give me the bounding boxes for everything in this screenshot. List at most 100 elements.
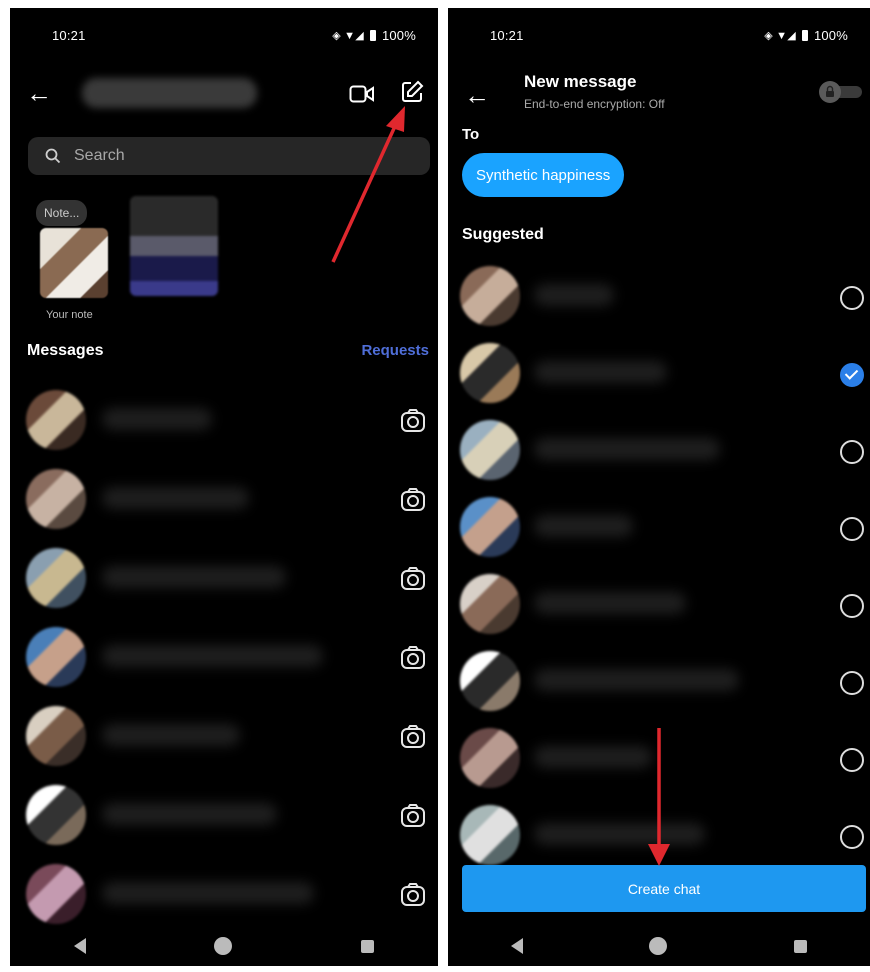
page-title: New message: [524, 72, 637, 91]
battery-level: 100%: [381, 28, 416, 43]
suggested-row[interactable]: [448, 343, 870, 407]
checked-radio[interactable]: [840, 363, 864, 387]
avatar[interactable]: [26, 390, 86, 450]
avatar[interactable]: [26, 469, 86, 529]
status-time: 10:21: [52, 28, 86, 43]
nav-home-icon[interactable]: [214, 937, 233, 955]
avatar[interactable]: [26, 785, 86, 845]
suggested-name-blurred: [534, 515, 633, 537]
back-arrow-icon[interactable]: ←: [26, 80, 52, 106]
radio-button[interactable]: [840, 517, 864, 541]
status-icons: ◈ ▼◢ 100%: [764, 28, 848, 43]
nav-recents-icon[interactable]: [360, 939, 374, 953]
camera-icon[interactable]: [400, 566, 426, 592]
back-arrow-icon[interactable]: ←: [464, 82, 490, 108]
radio-button[interactable]: [840, 748, 864, 772]
conversation-row[interactable]: [10, 864, 438, 928]
conversation-row[interactable]: [10, 627, 438, 691]
create-chat-button[interactable]: Create chat: [462, 865, 866, 912]
avatar: [460, 266, 520, 326]
avatar[interactable]: [26, 706, 86, 766]
camera-icon[interactable]: [400, 882, 426, 908]
suggested-row[interactable]: [448, 497, 870, 561]
friend-note-avatar[interactable]: [130, 196, 218, 296]
recipient-chip[interactable]: Synthetic happiness: [462, 153, 625, 197]
radio-button[interactable]: [840, 440, 864, 464]
suggested-name-blurred: [534, 823, 705, 845]
wifi-icon: ◈ ▼◢: [332, 30, 364, 42]
conversation-row[interactable]: [10, 469, 438, 533]
battery-level: 100%: [813, 28, 848, 43]
battery-icon: [369, 30, 376, 41]
messages-header: Messages: [27, 342, 104, 359]
search-bar[interactable]: Search: [28, 137, 430, 175]
conversation-row[interactable]: [10, 548, 438, 612]
avatar: [460, 805, 520, 865]
suggested-row[interactable]: [448, 574, 870, 638]
battery-icon: [801, 30, 808, 41]
right-screen: 10:21 ◈ ▼◢ 100% ← New message End-to-end…: [448, 8, 870, 966]
suggested-name-blurred: [534, 438, 720, 460]
camera-icon[interactable]: [400, 645, 426, 671]
conversation-name-blurred: [102, 487, 249, 509]
avatar[interactable]: [26, 627, 86, 687]
conversation-name-blurred: [102, 803, 277, 825]
radio-button[interactable]: [840, 671, 864, 695]
your-note-label: Your note: [46, 309, 93, 321]
avatar: [460, 651, 520, 711]
suggested-row[interactable]: [448, 728, 870, 792]
avatar: [460, 420, 520, 480]
camera-icon[interactable]: [400, 408, 426, 434]
conversation-name-blurred: [102, 645, 323, 667]
suggested-header: Suggested: [462, 226, 544, 243]
avatar: [460, 728, 520, 788]
conversation-row[interactable]: [10, 390, 438, 454]
camera-icon[interactable]: [400, 724, 426, 750]
suggested-row[interactable]: [448, 266, 870, 330]
encryption-status: End-to-end encryption: Off: [524, 97, 665, 111]
conversation-name-blurred: [102, 408, 212, 430]
wifi-icon: ◈ ▼◢: [764, 30, 796, 42]
your-note-avatar[interactable]: [40, 228, 108, 298]
camera-icon[interactable]: [400, 803, 426, 829]
nav-home-icon[interactable]: [649, 937, 668, 955]
conversation-name-blurred: [102, 882, 314, 904]
encryption-toggle[interactable]: [818, 80, 864, 104]
conversation-row[interactable]: [10, 706, 438, 770]
avatar[interactable]: [26, 864, 86, 924]
suggested-name-blurred: [534, 361, 667, 383]
conversation-name-blurred: [102, 724, 240, 746]
nav-recents-icon[interactable]: [793, 939, 807, 953]
radio-button[interactable]: [840, 825, 864, 849]
compose-icon[interactable]: [398, 78, 426, 106]
requests-link[interactable]: Requests: [361, 342, 429, 359]
radio-button[interactable]: [840, 594, 864, 618]
avatar: [460, 497, 520, 557]
camera-icon[interactable]: [400, 487, 426, 513]
conversation-row[interactable]: [10, 785, 438, 849]
video-call-icon[interactable]: [348, 80, 376, 108]
suggested-name-blurred: [534, 746, 652, 768]
suggested-row[interactable]: [448, 805, 870, 869]
nav-back-icon[interactable]: [511, 938, 524, 954]
system-nav-bar: [10, 926, 438, 966]
account-name-blurred[interactable]: [82, 78, 257, 108]
status-icons: ◈ ▼◢ 100%: [332, 28, 416, 43]
search-icon: [42, 145, 64, 167]
status-time: 10:21: [490, 28, 524, 43]
suggested-row[interactable]: [448, 651, 870, 715]
suggested-name-blurred: [534, 284, 614, 306]
suggested-row[interactable]: [448, 420, 870, 484]
radio-button[interactable]: [840, 286, 864, 310]
to-label: To: [462, 126, 480, 143]
conversation-name-blurred: [102, 566, 286, 588]
suggested-name-blurred: [534, 592, 686, 614]
avatar[interactable]: [26, 548, 86, 608]
avatar: [460, 574, 520, 634]
avatar: [460, 343, 520, 403]
note-bubble[interactable]: Note...: [36, 200, 88, 226]
search-placeholder: Search: [74, 147, 125, 164]
left-screen: 10:21 ◈ ▼◢ 100% ← Search Note... Your no…: [10, 8, 438, 966]
nav-back-icon[interactable]: [74, 938, 87, 954]
suggested-name-blurred: [534, 669, 739, 691]
